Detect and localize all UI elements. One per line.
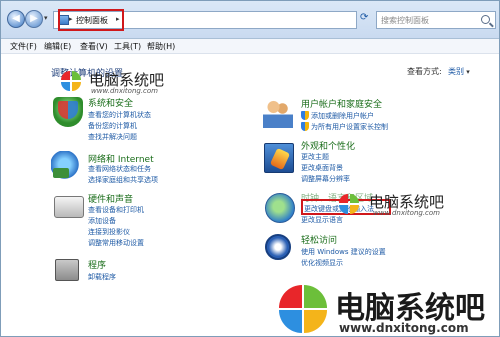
watermark-url: www.dnxitong.com: [373, 209, 441, 217]
link-view-computer-status[interactable]: 查看您的计算机状态: [88, 110, 151, 120]
link-uninstall-program[interactable]: 卸载程序: [88, 272, 116, 282]
system-security-icon[interactable]: [53, 97, 83, 127]
menu-tools[interactable]: 工具(T): [114, 41, 141, 52]
link-change-display-language[interactable]: 更改显示语言: [301, 215, 343, 225]
uac-shield-icon: [301, 122, 309, 131]
uac-shield-icon: [301, 111, 309, 120]
link-add-remove-users[interactable]: 添加或删除用户帐户: [311, 111, 374, 121]
watermark-url: www.dnxitong.com: [339, 321, 469, 335]
menu-file[interactable]: 文件(F): [10, 41, 37, 52]
menu-edit[interactable]: 编辑(E): [44, 41, 71, 52]
watermark-url: www.dnxitong.com: [91, 87, 159, 95]
watermark-logo-icon: [339, 194, 361, 216]
view-mode-select[interactable]: 类别: [448, 66, 470, 77]
search-icon[interactable]: [481, 15, 490, 24]
programs-icon[interactable]: [55, 259, 79, 281]
link-parental-controls[interactable]: 为所有用户设置家长控制: [311, 122, 388, 132]
link-troubleshoot[interactable]: 查找并解决问题: [88, 132, 137, 142]
menu-view[interactable]: 查看(V): [80, 41, 108, 52]
category-programs[interactable]: 程序: [88, 258, 106, 271]
link-add-device[interactable]: 添加设备: [88, 216, 116, 226]
link-backup-computer[interactable]: 备份您的计算机: [88, 121, 137, 131]
refresh-icon[interactable]: ⟳: [360, 12, 368, 23]
history-dropdown-icon[interactable]: ▾: [44, 14, 48, 22]
watermark-logo-icon: [61, 71, 83, 93]
user-accounts-icon[interactable]: [263, 98, 293, 128]
control-panel-window: ◀ ▶ ▾ ▸ 控制面板 ▸ ▾ ⟳ 文件(F) 编辑(E) 查看(V) 工具(…: [0, 0, 500, 337]
hardware-sound-icon[interactable]: [54, 196, 84, 218]
watermark-logo-icon: [279, 285, 327, 333]
link-optimize-visual-display[interactable]: 优化视频显示: [301, 258, 343, 268]
link-connect-projector[interactable]: 连接到投影仪: [88, 227, 130, 237]
category-user-accounts[interactable]: 用户帐户和家庭安全: [301, 97, 382, 110]
clock-language-region-icon[interactable]: [265, 193, 295, 223]
network-internet-icon[interactable]: [51, 151, 81, 181]
link-change-theme[interactable]: 更改主题: [301, 152, 329, 162]
link-windows-suggested-settings[interactable]: 使用 Windows 建议的设置: [301, 247, 386, 257]
link-mobility-settings[interactable]: 调整常用移动设置: [88, 238, 144, 248]
category-ease-of-access[interactable]: 轻松访问: [301, 233, 337, 246]
search-input[interactable]: [381, 15, 477, 26]
link-screen-resolution[interactable]: 调整屏幕分辨率: [301, 174, 350, 184]
search-box[interactable]: [376, 11, 496, 29]
link-homegroup-sharing[interactable]: 选择家庭组和共享选项: [88, 175, 158, 185]
category-system-security[interactable]: 系统和安全: [88, 96, 133, 109]
appearance-icon[interactable]: [264, 143, 294, 173]
link-network-status[interactable]: 查看网络状态和任务: [88, 164, 151, 174]
link-devices-printers[interactable]: 查看设备和打印机: [88, 205, 144, 215]
back-button[interactable]: ◀: [7, 10, 25, 28]
category-appearance[interactable]: 外观和个性化: [301, 139, 355, 152]
link-desktop-background[interactable]: 更改桌面背景: [301, 163, 343, 173]
view-mode-label: 查看方式:: [407, 67, 442, 76]
forward-button[interactable]: ▶: [25, 10, 43, 28]
menu-bar: 文件(F) 编辑(E) 查看(V) 工具(T) 帮助(H): [1, 39, 499, 54]
address-highlight-box: [58, 9, 124, 31]
category-hardware-sound[interactable]: 硬件和声音: [88, 192, 133, 205]
ease-of-access-icon[interactable]: [265, 234, 291, 260]
menu-help[interactable]: 帮助(H): [147, 41, 175, 52]
